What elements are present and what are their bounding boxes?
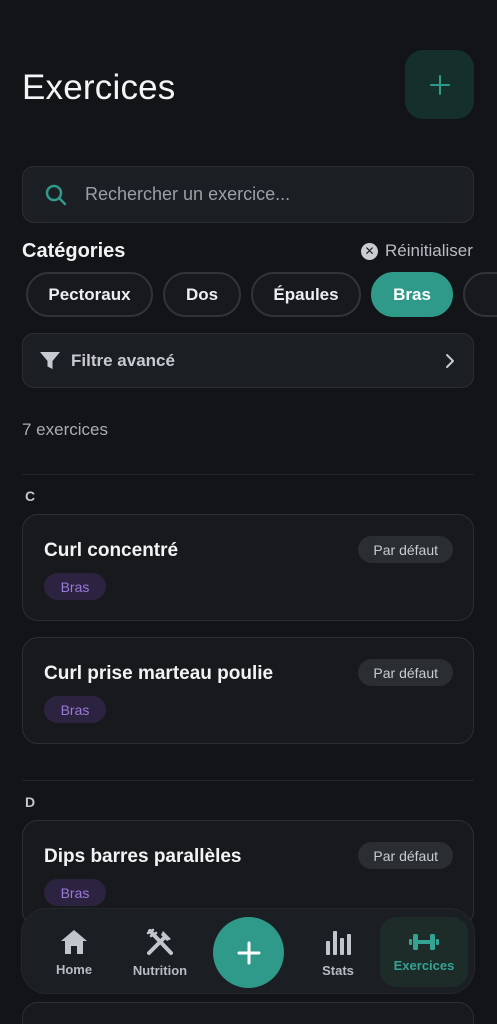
reset-button[interactable]: ✕ Réinitialiser — [361, 241, 473, 261]
add-exercise-button[interactable] — [405, 50, 474, 119]
close-circle-icon: ✕ — [361, 242, 378, 260]
divider — [22, 474, 474, 475]
exercise-name: Dips barres parallèles — [44, 846, 242, 867]
nav-home-label: Home — [55, 961, 93, 977]
default-badge: Par défaut — [358, 659, 453, 686]
search-icon — [45, 184, 67, 205]
nav-home[interactable]: Home — [40, 917, 108, 987]
plus-icon — [237, 941, 260, 964]
category-chips: Pectoraux Dos Épaules Bras — [26, 272, 497, 318]
fork-knife-icon — [146, 928, 173, 955]
section-letter: C — [25, 488, 36, 504]
category-tag: Bras — [44, 696, 106, 723]
category-tag: Bras — [44, 573, 106, 600]
home-icon — [61, 929, 87, 954]
bar-chart-icon — [326, 930, 351, 955]
advanced-filter-label: Filtre avancé — [71, 350, 175, 370]
funnel-icon — [40, 351, 60, 369]
advanced-filter-button[interactable]: Filtre avancé — [22, 333, 474, 388]
chip-dos[interactable]: Dos — [163, 272, 241, 317]
chip-more[interactable] — [463, 272, 497, 317]
exercise-card[interactable] — [22, 1002, 474, 1024]
section-letter: D — [25, 794, 36, 810]
page-title: Exercices — [22, 68, 176, 107]
default-badge: Par défaut — [358, 536, 453, 563]
plus-icon — [429, 74, 450, 95]
dumbbell-icon — [409, 933, 439, 950]
nav-stats[interactable]: Stats — [307, 917, 369, 987]
add-fab-button[interactable] — [213, 917, 284, 988]
divider — [22, 780, 474, 781]
exercise-card[interactable]: Curl prise marteau poulie Par défaut Bra… — [22, 637, 474, 744]
nav-exercices[interactable]: Exercices — [380, 917, 468, 987]
chip-pectoraux[interactable]: Pectoraux — [26, 272, 153, 317]
nav-stats-label: Stats — [322, 962, 354, 978]
chip-epaules[interactable]: Épaules — [251, 272, 361, 317]
search-input[interactable] — [85, 184, 445, 205]
reset-label: Réinitialiser — [385, 241, 473, 260]
exercise-count: 7 exercices — [22, 420, 108, 439]
exercise-name: Curl concentré — [44, 540, 179, 561]
categories-title: Catégories — [22, 240, 126, 262]
exercise-card[interactable]: Curl concentré Par défaut Bras — [22, 514, 474, 621]
chip-bras[interactable]: Bras — [371, 272, 453, 317]
default-badge: Par défaut — [358, 842, 453, 869]
search-bar[interactable] — [22, 166, 474, 223]
nav-exercices-label: Exercices — [393, 957, 455, 973]
exercise-name: Curl prise marteau poulie — [44, 663, 274, 684]
nav-nutrition[interactable]: Nutrition — [125, 917, 195, 987]
category-tag: Bras — [44, 879, 106, 906]
chevron-right-icon — [446, 353, 454, 368]
nav-nutrition-label: Nutrition — [132, 962, 188, 978]
